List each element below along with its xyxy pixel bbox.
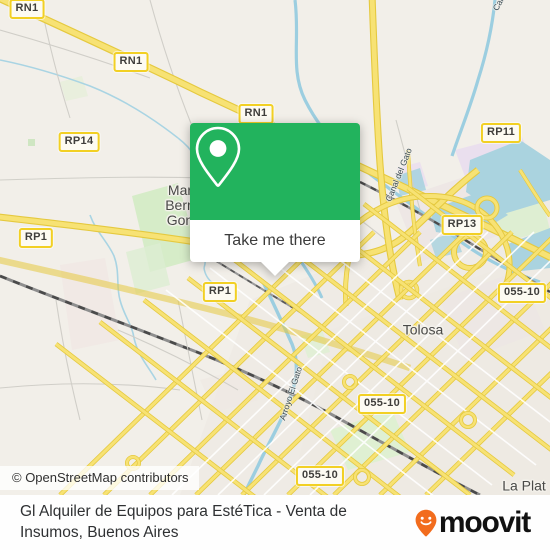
attribution-text: © OpenStreetMap contributors [12,470,189,485]
road-shield: RP13 [441,215,483,235]
road-shield: 055-10 [357,394,407,414]
callout-pointer [261,262,289,276]
road-shield: RN1 [9,0,45,19]
map-attribution[interactable]: © OpenStreetMap contributors [0,466,199,490]
place-label: Tolosa [402,321,444,338]
moovit-pin-icon [415,509,437,537]
footer-bar: Gl Alquiler de Equipos para EstéTica - V… [0,495,550,550]
moovit-map-screenshot: RN1 RN1 RN1 RP14 RP11 RP13 RP1 RP1 055-10 055-10 0… [0,0,550,550]
callout-icon-panel [190,123,360,220]
destination-callout-card[interactable]: Take me there [190,123,360,276]
moovit-wordmark: moovit [438,505,531,539]
map-canvas[interactable]: RN1 RN1 RN1 RP14 RP11 RP13 RP1 RP1 055-10 055-10 0… [0,0,550,495]
take-me-there-label: Take me there [224,232,326,249]
moovit-logo[interactable]: moovit [415,505,536,539]
page-title: Gl Alquiler de Equipos para EstéTica - V… [20,502,347,541]
road-shield: RP11 [480,123,522,143]
road-shield: RN1 [113,52,149,72]
road-shield: RP14 [58,132,100,152]
road-shield: 055-10 [497,283,547,303]
road-shield: RN1 [238,104,274,124]
take-me-there-button[interactable]: Take me there [190,220,360,262]
place-label: La Plat [502,477,546,494]
road-shield: RP1 [202,282,238,302]
road-shield: RP1 [18,228,54,248]
road-shield: 055-10 [295,466,345,486]
